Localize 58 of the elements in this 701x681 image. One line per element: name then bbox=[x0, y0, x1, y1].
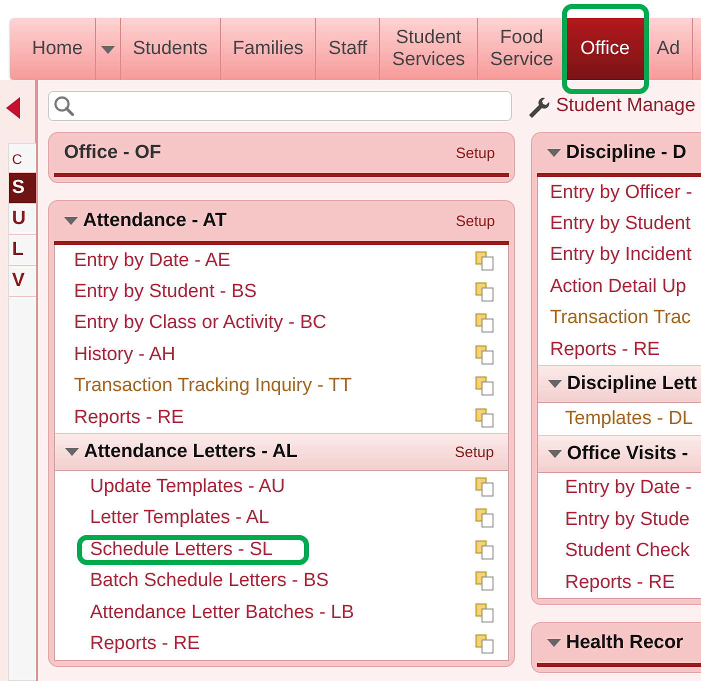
card-title: Attendance - AT bbox=[83, 210, 227, 232]
section-title: Office Visits - bbox=[567, 442, 688, 465]
menu-link[interactable]: Entry by Officer - bbox=[537, 178, 701, 208]
section-title: Discipline Lett bbox=[567, 373, 697, 396]
copy-pages-icon[interactable] bbox=[474, 538, 496, 561]
menu-link[interactable]: Entry by Student bbox=[537, 209, 701, 240]
expand-triangle-icon[interactable] bbox=[547, 639, 561, 648]
menu-link[interactable]: Templates - DL bbox=[552, 404, 701, 434]
expand-triangle-icon[interactable] bbox=[547, 149, 561, 157]
menu-link[interactable]: Entry by Student - BS bbox=[61, 277, 293, 308]
menu-link[interactable]: Entry by Class or Activity - BC bbox=[61, 308, 362, 338]
menu-link[interactable]: Reports - RE bbox=[61, 402, 220, 433]
menu-link[interactable]: Entry by Date - bbox=[552, 473, 701, 504]
menu-link[interactable]: Batch Schedule Letters - BS bbox=[77, 566, 365, 596]
copy-pages-icon[interactable] bbox=[474, 632, 496, 655]
student-management-link[interactable]: Student Manage bbox=[556, 95, 696, 117]
collapse-arrow-icon[interactable] bbox=[6, 97, 20, 119]
menu-link[interactable]: Entry by Date - AE bbox=[61, 246, 266, 276]
expand-triangle-icon[interactable] bbox=[548, 450, 562, 458]
menu-link[interactable]: Entry by Stude bbox=[552, 504, 701, 535]
menu-link[interactable]: Action Detail Up bbox=[537, 272, 701, 302]
copy-pages-icon[interactable] bbox=[474, 406, 496, 429]
caret-icon bbox=[100, 46, 115, 54]
setup-link[interactable]: Setup bbox=[454, 444, 508, 461]
copy-pages-icon[interactable] bbox=[474, 507, 496, 530]
copy-pages-icon[interactable] bbox=[474, 570, 496, 592]
menu-link[interactable]: Transaction Trac bbox=[537, 303, 701, 334]
section-title: Attendance Letters - AL bbox=[84, 441, 298, 464]
copy-pages-icon[interactable] bbox=[474, 476, 496, 498]
expand-triangle-icon[interactable] bbox=[65, 448, 79, 456]
copy-pages-icon[interactable] bbox=[474, 602, 496, 624]
copy-pages-icon[interactable] bbox=[474, 250, 496, 272]
card-title: Office - OF bbox=[64, 142, 162, 164]
nav-tab[interactable]: Office bbox=[566, 18, 645, 80]
copy-pages-icon[interactable] bbox=[474, 281, 496, 304]
copy-pages-icon[interactable] bbox=[474, 344, 496, 366]
card-title: Health Recor bbox=[566, 632, 684, 654]
menu-link[interactable]: Attendance Letter Batches - LB bbox=[77, 598, 390, 628]
menu-link[interactable]: Transaction Tracking Inquiry - TT bbox=[61, 371, 388, 402]
expand-triangle-icon[interactable] bbox=[64, 217, 78, 225]
setup-link[interactable]: Setup bbox=[456, 144, 509, 162]
menu-link[interactable]: Update Templates - AU bbox=[77, 472, 322, 502]
expand-triangle-icon[interactable] bbox=[548, 380, 562, 388]
card-title: Discipline - D bbox=[566, 142, 686, 164]
menu-link[interactable]: Entry by Incident bbox=[537, 240, 701, 270]
copy-pages-icon[interactable] bbox=[474, 375, 496, 398]
menu-link[interactable]: Letter Templates - AL bbox=[77, 503, 306, 534]
menu-link[interactable]: Student Check bbox=[552, 536, 701, 566]
search-icon bbox=[53, 95, 75, 117]
menu-link[interactable]: Reports - RE bbox=[77, 628, 236, 659]
side-tab[interactable]: S bbox=[9, 173, 36, 204]
menu-link[interactable]: Reports - RE bbox=[537, 334, 696, 365]
menu-link[interactable]: History - AH bbox=[61, 340, 212, 370]
copy-pages-icon[interactable] bbox=[474, 312, 496, 334]
search-field[interactable] bbox=[48, 91, 512, 121]
menu-link[interactable]: Schedule Letters - SL bbox=[77, 534, 309, 565]
setup-link[interactable]: Setup bbox=[456, 212, 509, 230]
menu-link[interactable]: Reports - RE bbox=[552, 568, 701, 598]
